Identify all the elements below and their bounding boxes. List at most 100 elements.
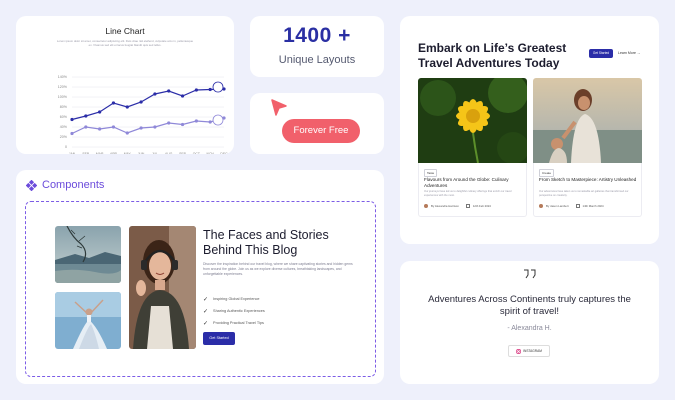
testimonial-quote: Adventures Across Continents truly captu…: [428, 294, 631, 317]
data-point: [208, 87, 212, 92]
data-point: [125, 105, 129, 109]
post-description: Our adventures have taken us to remarkab…: [539, 190, 629, 197]
data-point: [194, 119, 198, 123]
x-tick-label: MAR: [96, 152, 104, 154]
testimonial-card: Adventures Across Continents truly captu…: [400, 261, 659, 384]
post-tag: Taste: [424, 169, 438, 177]
avatar: [539, 204, 543, 208]
y-tick-label: 100%: [58, 95, 68, 99]
instagram-label: INSTAGRAM: [523, 349, 542, 353]
data-point: [180, 94, 185, 98]
travel-title: Embark on Life’s Greatest Travel Adventu…: [418, 41, 567, 70]
data-point: [84, 114, 88, 118]
headphones-photo: [129, 226, 196, 349]
check-item: ✓ Sharing Authentic Experiences: [203, 308, 265, 315]
y-tick-label: 40%: [60, 125, 68, 129]
checkmark-icon: ✓: [203, 296, 209, 303]
calendar-icon: [575, 204, 580, 208]
data-point: [208, 120, 212, 124]
components-heading: Components: [26, 179, 104, 191]
data-point: [153, 92, 157, 96]
x-tick-label: MAY: [124, 152, 132, 154]
data-point: [139, 100, 143, 104]
data-point: [111, 125, 116, 129]
post-author: By Alexandra Harrison: [431, 204, 459, 208]
data-point: [84, 125, 88, 129]
check-item: ✓ Providing Practical Travel Tips: [203, 320, 264, 327]
data-point: [194, 88, 198, 92]
checkmark-icon: ✓: [203, 320, 209, 327]
travel-card: Embark on Life’s Greatest Travel Adventu…: [400, 16, 659, 244]
beach-photo: [533, 78, 642, 163]
learn-more-link[interactable]: Learn More →: [618, 49, 640, 58]
post-tag: Create: [539, 169, 555, 177]
blog-get-started-button[interactable]: Get Started: [203, 332, 235, 345]
post-card[interactable]: Taste Flavours from Around the Globe: Cu…: [418, 78, 527, 224]
data-point: [98, 110, 102, 114]
data-point: [139, 126, 143, 130]
y-tick-label: 120%: [58, 85, 68, 89]
x-tick-label: APR: [110, 152, 118, 154]
components-card: Components The Faces and Stories Behind …: [16, 170, 384, 384]
check-list: ✓ Inspiring Global Experience ✓ Sharing Au…: [203, 293, 265, 329]
blog-title: The Faces and Stories Behind This Blog: [203, 228, 329, 257]
y-tick-label: 20%: [60, 135, 68, 139]
x-tick-label: NOV: [207, 152, 215, 154]
data-point: [125, 131, 129, 135]
heart-icon: [212, 114, 224, 126]
data-point: [167, 89, 171, 93]
data-point: [180, 122, 185, 127]
testimonial-author: - Alexandra H.: [507, 325, 552, 332]
blog-description: Discover the inspiration behind our trav…: [203, 262, 353, 276]
avatar: [424, 204, 428, 208]
x-tick-label: SEP: [179, 152, 187, 154]
stat-card: 1400 + Unique Layouts: [250, 16, 384, 77]
stat-value: 1400 +: [283, 24, 351, 47]
x-tick-label: FEB: [83, 152, 90, 154]
y-tick-label: 60%: [60, 115, 68, 119]
cursor-icon: [271, 99, 287, 116]
y-tick-label: 80%: [60, 105, 68, 109]
data-point: [153, 125, 157, 129]
dancer-photo: [55, 292, 121, 349]
components-icon: [26, 179, 37, 191]
y-tick-label: 140%: [58, 75, 68, 79]
check-item: ✓ Inspiring Global Experience: [203, 296, 260, 303]
x-tick-label: JAN: [69, 152, 76, 154]
data-point: [167, 121, 171, 125]
post-card[interactable]: Create From Sketch to Masterpiece: Artis…: [533, 78, 642, 224]
data-point: [98, 127, 102, 131]
line-chart-card: Line Chart Lorem ipsum dolor sit amet, c…: [16, 16, 234, 154]
flower-photo: [418, 78, 527, 163]
x-tick-label: OCT: [193, 152, 200, 154]
post-date: 12th Feb 2024: [472, 204, 491, 208]
x-tick-label: JUN: [138, 152, 145, 154]
post-title: Flavours from Around the Globe: Culinary…: [424, 177, 509, 188]
checkmark-icon: ✓: [203, 308, 209, 315]
line-chart: 0 20% 40% 60% 80% 100% 120% 140% JAN FEB MAR APR MAY…: [58, 75, 228, 154]
series-line: [71, 88, 225, 121]
forever-free-card: Forever Free: [250, 93, 384, 154]
calendar-icon: [465, 204, 470, 208]
x-tick-label: JUL: [152, 152, 158, 154]
x-tick-label: AUG: [165, 152, 173, 154]
post-author: By Jason Lambert: [546, 204, 569, 208]
bag-icon: [212, 81, 224, 93]
y-tick-label: 0: [65, 145, 67, 149]
instagram-button[interactable]: INSTAGRAM: [508, 345, 550, 357]
lake-photo: [55, 226, 121, 283]
x-tick-label: DEC: [220, 152, 228, 154]
series-line: [71, 117, 225, 135]
post-title: From Sketch to Masterpiece: Artistry Unl…: [539, 177, 637, 182]
post-meta: By Jason Lambert 14th March 2024: [539, 204, 604, 208]
post-description: Our journeys have led us to delightful c…: [424, 190, 512, 197]
forever-free-button[interactable]: Forever Free: [282, 119, 360, 143]
data-point: [70, 117, 74, 122]
instagram-icon: [516, 348, 521, 354]
data-point: [70, 131, 74, 136]
travel-get-started-button[interactable]: Get Started: [589, 49, 613, 58]
data-point: [111, 101, 116, 105]
components-label: Components: [42, 179, 105, 191]
quote-icon: [524, 269, 536, 279]
post-date: 14th March 2024: [582, 204, 604, 208]
